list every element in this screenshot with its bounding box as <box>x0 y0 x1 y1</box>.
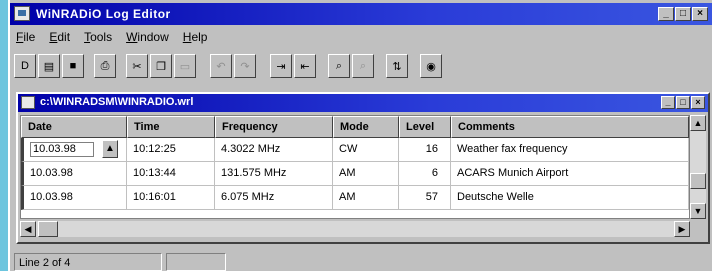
menu-bar: File Edit Tools Window Help <box>16 30 207 44</box>
menu-edit[interactable]: Edit <box>49 30 70 44</box>
frequency-cell[interactable]: 6.075 MHz <box>215 186 333 210</box>
delete-row-icon: ⇤ <box>300 60 310 73</box>
table-row[interactable]: 10.03.98 ▲ 10:12:25 4.3022 MHz CW 16 Wea… <box>21 138 689 162</box>
find-icon: ⌕ <box>335 59 343 72</box>
child-close-button[interactable]: × <box>691 96 705 109</box>
column-header-mode[interactable]: Mode <box>333 116 399 138</box>
date-cell[interactable]: 10.03.98 <box>21 162 127 186</box>
open-icon: ▤ <box>43 60 55 73</box>
time-cell[interactable]: 10:13:44 <box>127 162 215 186</box>
document-icon[interactable] <box>21 96 35 109</box>
find-next-button[interactable]: ⌕ <box>352 54 374 78</box>
vertical-scrollbar[interactable]: ▲ ▼ <box>690 115 706 219</box>
new-button[interactable]: D <box>14 54 36 78</box>
copy-button[interactable]: ❐ <box>150 54 172 78</box>
comments-cell[interactable]: Deutsche Welle <box>451 186 689 210</box>
find-button[interactable]: ⌕ <box>328 54 350 78</box>
paste-button[interactable]: ▭ <box>174 54 196 78</box>
undo-button[interactable]: ↶ <box>210 54 232 78</box>
menu-window[interactable]: Window <box>126 30 169 44</box>
mode-cell[interactable]: AM <box>333 186 399 210</box>
menu-help[interactable]: Help <box>183 30 208 44</box>
print-button[interactable]: ⎙ <box>94 54 116 78</box>
scroll-down-button[interactable]: ▼ <box>690 203 706 219</box>
hscroll-thumb[interactable] <box>38 221 58 237</box>
horizontal-scrollbar[interactable]: ◀ ▶ <box>20 221 690 237</box>
column-header-comments[interactable]: Comments <box>451 116 689 138</box>
time-cell[interactable]: 10:16:01 <box>127 186 215 210</box>
save-button[interactable]: ■ <box>62 54 84 78</box>
close-button[interactable]: × <box>692 7 708 21</box>
delete-row-button[interactable]: ⇤ <box>294 54 316 78</box>
scroll-up-button[interactable]: ▲ <box>690 115 706 131</box>
log-table: Date Time Frequency Mode Level Comments … <box>20 115 690 219</box>
tune-icon: ◉ <box>426 60 436 73</box>
date-spinner-button[interactable]: ▲ <box>102 140 118 158</box>
column-header-level[interactable]: Level <box>399 116 451 138</box>
date-cell-editor[interactable]: 10.03.98 ▲ <box>21 138 127 162</box>
redo-button[interactable]: ↷ <box>234 54 256 78</box>
status-text: Line 2 of 4 <box>14 253 162 271</box>
level-cell[interactable]: 57 <box>399 186 451 210</box>
status-panel <box>166 253 226 271</box>
redo-icon: ↷ <box>240 60 250 73</box>
table-row[interactable]: 10.03.98 10:16:01 6.075 MHz AM 57 Deutsc… <box>21 186 689 210</box>
frequency-cell[interactable]: 4.3022 MHz <box>215 138 333 162</box>
insert-row-button[interactable]: ⇥ <box>270 54 292 78</box>
new-icon: D <box>21 60 29 72</box>
comments-cell[interactable]: Weather fax frequency <box>451 138 689 162</box>
column-header-date[interactable]: Date <box>21 116 127 138</box>
level-cell[interactable]: 16 <box>399 138 451 162</box>
scroll-right-button[interactable]: ▶ <box>674 221 690 237</box>
insert-row-icon: ⇥ <box>276 60 286 73</box>
status-bar: Line 2 of 4 <box>14 253 710 271</box>
scroll-thumb[interactable] <box>690 173 706 189</box>
open-button[interactable]: ▤ <box>38 54 60 78</box>
print-icon: ⎙ <box>100 59 110 72</box>
comments-cell[interactable]: ACARS Munich Airport <box>451 162 689 186</box>
log-window-title-bar[interactable]: c:\WINRADSM\WINRADIO.wrl _ □ × <box>18 94 708 112</box>
date-cell[interactable]: 10.03.98 <box>21 186 127 210</box>
level-cell[interactable]: 6 <box>399 162 451 186</box>
scroll-left-button[interactable]: ◀ <box>20 221 36 237</box>
mode-cell[interactable]: CW <box>333 138 399 162</box>
undo-icon: ↶ <box>216 60 226 73</box>
app-icon[interactable] <box>14 6 30 21</box>
tune-button[interactable]: ◉ <box>420 54 442 78</box>
column-header-time[interactable]: Time <box>127 116 215 138</box>
frequency-cell[interactable]: 131.575 MHz <box>215 162 333 186</box>
paste-icon: ▭ <box>179 60 191 73</box>
time-cell[interactable]: 10:12:25 <box>127 138 215 162</box>
table-row[interactable]: 10.03.98 10:13:44 131.575 MHz AM 6 ACARS… <box>21 162 689 186</box>
minimize-button[interactable]: _ <box>658 7 674 21</box>
app-window: WiNRADiO Log Editor _ □ × File Edit Tool… <box>8 0 712 271</box>
child-minimize-button[interactable]: _ <box>661 96 675 109</box>
menu-tools[interactable]: Tools <box>84 30 112 44</box>
title-bar[interactable]: WiNRADiO Log Editor _ □ × <box>10 3 712 25</box>
sort-icon: ⇅ <box>392 60 402 73</box>
copy-icon: ❐ <box>156 60 166 73</box>
maximize-button[interactable]: □ <box>675 7 691 21</box>
table-header: Date Time Frequency Mode Level Comments <box>21 116 689 138</box>
child-maximize-button[interactable]: □ <box>676 96 690 109</box>
window-title: WiNRADiO Log Editor <box>36 7 171 21</box>
log-window-title: c:\WINRADSM\WINRADIO.wrl <box>40 96 194 108</box>
sort-button[interactable]: ⇅ <box>386 54 408 78</box>
menu-file[interactable]: File <box>16 30 35 44</box>
find-next-icon: ⌕ <box>359 59 367 72</box>
cut-button[interactable]: ✂ <box>126 54 148 78</box>
cut-icon: ✂ <box>132 60 142 73</box>
column-header-frequency[interactable]: Frequency <box>215 116 333 138</box>
date-input[interactable]: 10.03.98 <box>30 142 94 157</box>
log-window: c:\WINRADSM\WINRADIO.wrl _ □ × Date Time… <box>16 92 710 244</box>
mode-cell[interactable]: AM <box>333 162 399 186</box>
save-icon: ■ <box>69 60 77 72</box>
